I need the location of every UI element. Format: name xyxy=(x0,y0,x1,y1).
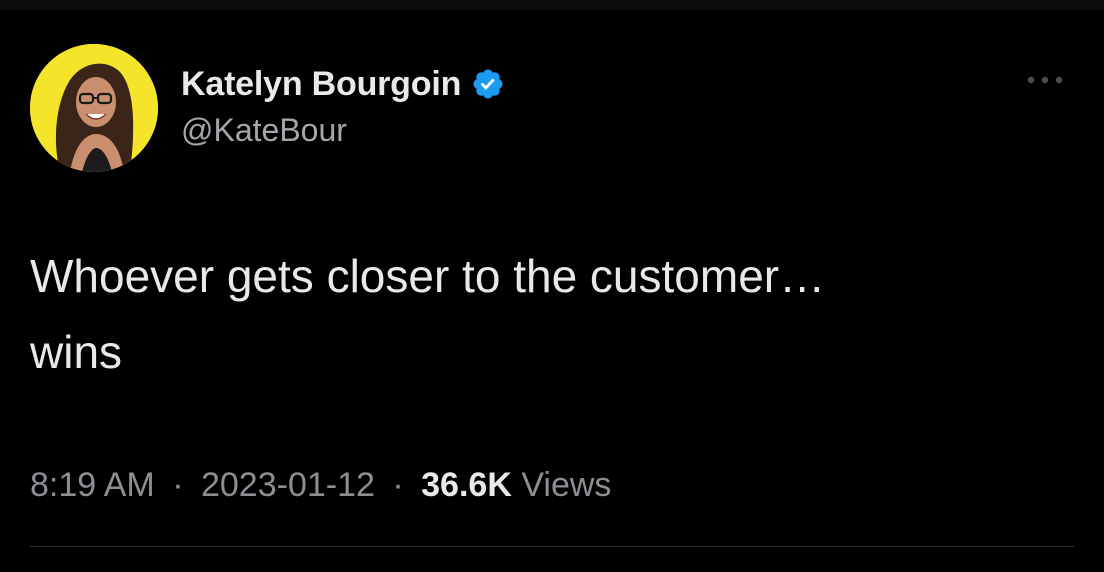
avatar-photo xyxy=(30,44,158,172)
tweet-text: Whoever gets closer to the customer… win… xyxy=(30,250,826,378)
tweet-time[interactable]: 8:19 AM xyxy=(30,466,155,504)
separator-dot: · xyxy=(172,466,184,504)
display-name[interactable]: Katelyn Bourgoin xyxy=(181,65,461,104)
separator-dot: · xyxy=(392,466,404,504)
author-name-row: Katelyn Bourgoin xyxy=(181,60,505,108)
tweet-date[interactable]: 2023-01-12 xyxy=(201,466,375,504)
avatar[interactable] xyxy=(30,44,158,172)
verified-badge-icon xyxy=(471,67,505,101)
views-label: Views xyxy=(521,466,612,504)
tweet-metadata: 8:19 AM · 2023-01-12 · 36.6K Views xyxy=(30,466,611,505)
divider xyxy=(30,546,1074,547)
author-block: Katelyn Bourgoin @KateBour xyxy=(181,60,505,149)
views-count[interactable]: 36.6K xyxy=(421,466,512,504)
author-handle[interactable]: @KateBour xyxy=(181,112,505,149)
tweet-card: Katelyn Bourgoin @KateBour Whoever gets … xyxy=(0,0,1104,572)
more-options-icon[interactable] xyxy=(1018,62,1072,98)
